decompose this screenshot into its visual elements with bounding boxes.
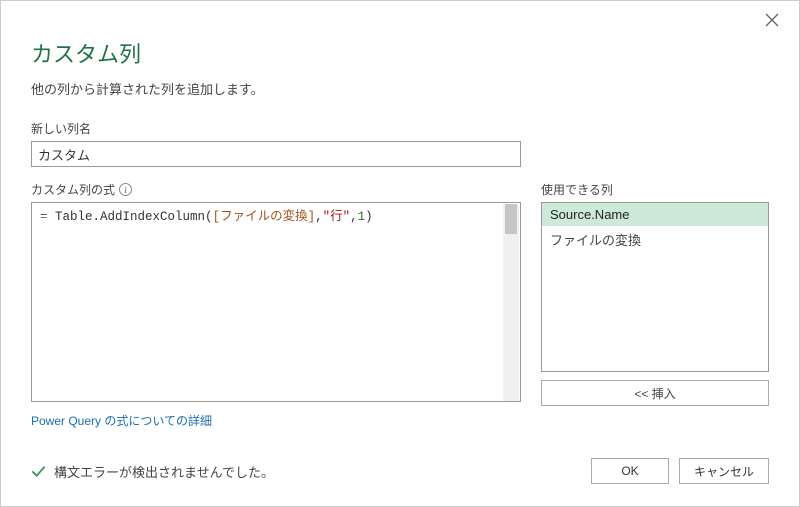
dialog-button-row: OK キャンセル <box>591 458 769 484</box>
new-column-name-label: 新しい列名 <box>31 120 769 137</box>
formula-editor[interactable]: = Table.AddIndexColumn([ファイルの変換],"行",1) <box>31 202 521 402</box>
power-query-help-link[interactable]: Power Query の式についての詳細 <box>31 412 212 429</box>
new-column-name-label-text: 新しい列名 <box>31 120 91 137</box>
available-column-item[interactable]: ファイルの変換 <box>542 226 768 253</box>
close-icon[interactable] <box>765 13 781 29</box>
formula-label-text: カスタム列の式 <box>31 181 115 198</box>
formula-token-comma-2: , <box>350 210 358 224</box>
formula-token-comma-1: , <box>315 210 323 224</box>
custom-column-dialog: カスタム列 他の列から計算された列を追加します。 新しい列名 カスタム列の式 i… <box>0 0 800 507</box>
cancel-button[interactable]: キャンセル <box>679 458 769 484</box>
dialog-subtitle: 他の列から計算された列を追加します。 <box>31 79 769 98</box>
ok-button[interactable]: OK <box>591 458 669 484</box>
formula-token-close-paren: ) <box>365 210 373 224</box>
formula-token-number: 1 <box>358 210 366 224</box>
available-column-item[interactable]: Source.Name <box>542 203 768 226</box>
syntax-status-text: 構文エラーが検出されませんでした。 <box>54 462 274 481</box>
insert-button[interactable]: << 挿入 <box>541 380 769 406</box>
info-icon[interactable]: i <box>119 183 132 196</box>
formula-token-open-paren: ( <box>205 210 213 224</box>
formula-content[interactable]: = Table.AddIndexColumn([ファイルの変換],"行",1) <box>32 203 520 233</box>
available-columns-list[interactable]: Source.Name ファイルの変換 <box>541 202 769 372</box>
formula-scrollbar-thumb[interactable] <box>505 204 517 234</box>
formula-token-function: Table.AddIndexColumn <box>55 210 205 224</box>
formula-token-eq: = <box>40 210 55 224</box>
formula-token-string: "行" <box>323 210 351 224</box>
dialog-title: カスタム列 <box>31 37 769 69</box>
formula-scrollbar[interactable] <box>503 204 519 402</box>
syntax-status: 構文エラーが検出されませんでした。 <box>31 462 274 481</box>
new-column-name-input[interactable] <box>31 141 521 167</box>
check-icon <box>31 464 46 479</box>
available-columns-label-text: 使用できる列 <box>541 181 613 198</box>
available-columns-label: 使用できる列 <box>541 181 769 198</box>
formula-token-column-ref: [ファイルの変換] <box>213 210 316 224</box>
formula-label: カスタム列の式 i <box>31 181 521 198</box>
